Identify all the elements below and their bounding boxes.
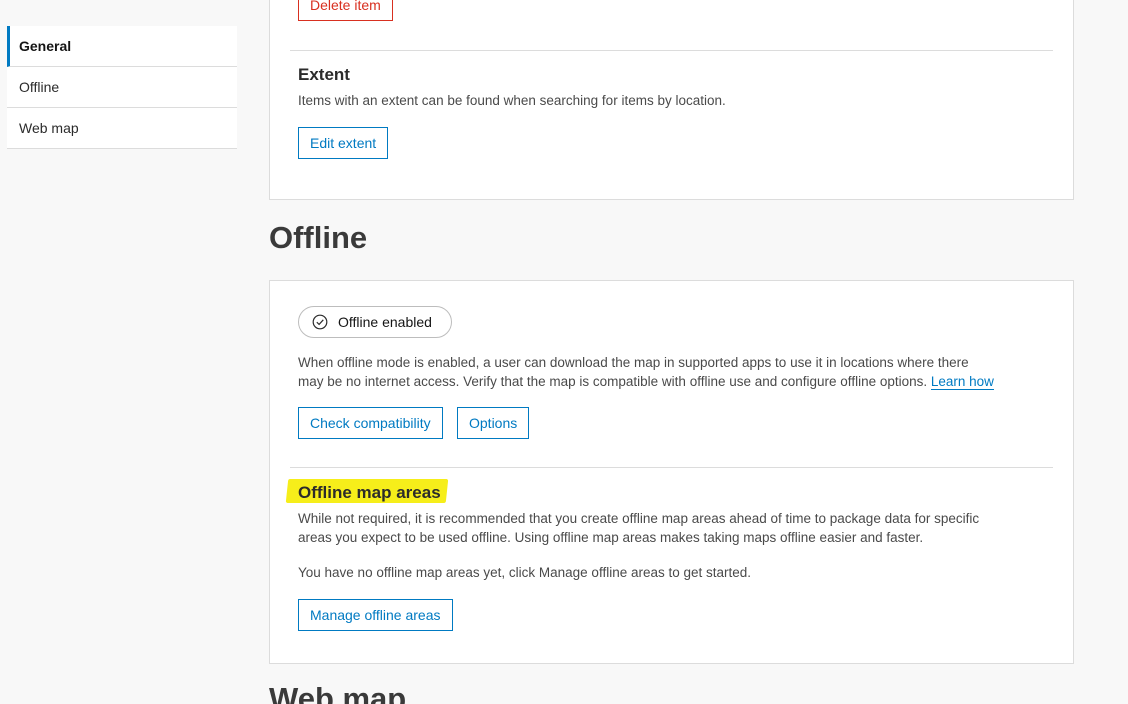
offline-map-areas-title: Offline map areas (298, 483, 441, 502)
offline-description-line: When offline mode is enabled, a user can… (298, 355, 969, 370)
sidebar-item-general[interactable]: General (7, 26, 237, 67)
extent-description: Items with an extent can be found when s… (298, 93, 726, 108)
divider (290, 50, 1053, 51)
offline-areas-description-line: While not required, it is recommended th… (298, 511, 980, 526)
divider (290, 467, 1053, 468)
offline-areas-empty-text: You have no offline map areas yet, click… (298, 565, 752, 580)
edit-extent-button[interactable]: Edit extent (298, 127, 389, 159)
extent-title: Extent (298, 65, 350, 84)
offline-panel: Offline enabled When offline mode is ena… (269, 280, 1074, 664)
delete-item-button[interactable]: Delete item (298, 0, 393, 21)
sidebar-item-web-map[interactable]: Web map (7, 108, 237, 149)
settings-sidebar: General Offline Web map (7, 26, 237, 149)
offline-enabled-status: Offline enabled (298, 306, 452, 338)
offline-section-title: Offline (269, 220, 368, 255)
offline-description-line: may be no internet access. Verify that t… (298, 374, 994, 390)
offline-areas-description-line: areas you expect to be used offline. Usi… (298, 530, 924, 545)
sidebar-item-label: Offline (19, 79, 60, 95)
sidebar-item-label: General (19, 38, 72, 54)
offline-areas-description: While not required, it is recommended th… (298, 509, 979, 547)
manage-offline-areas-button[interactable]: Manage offline areas (298, 599, 453, 631)
sidebar-item-offline[interactable]: Offline (7, 67, 237, 108)
sidebar-item-label: Web map (19, 120, 79, 136)
check-compatibility-button[interactable]: Check compatibility (298, 407, 443, 439)
offline-description: When offline mode is enabled, a user can… (298, 353, 994, 391)
check-circle-icon (312, 314, 328, 330)
web-map-section-title: Web map (269, 681, 407, 704)
offline-enabled-label: Offline enabled (338, 314, 432, 330)
learn-how-link[interactable]: Learn how (930, 374, 994, 390)
general-panel: Delete item Extent Items with an extent … (269, 0, 1074, 200)
options-button[interactable]: Options (457, 407, 530, 439)
